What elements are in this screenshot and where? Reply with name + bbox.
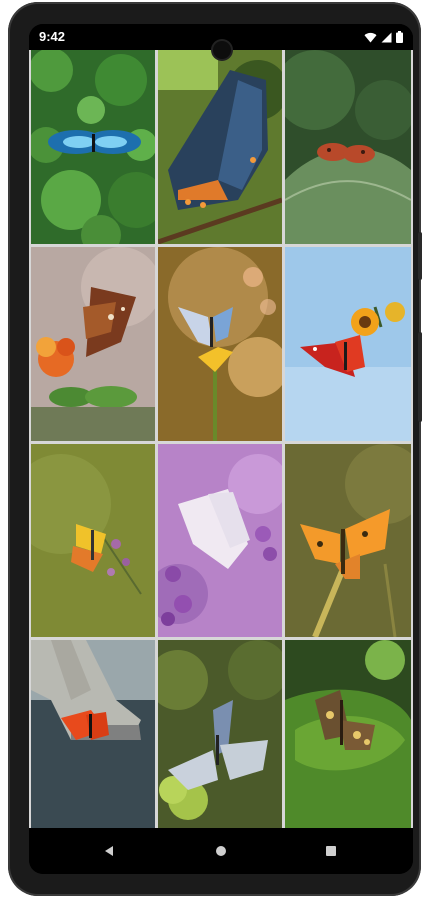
home-icon[interactable] [209,839,233,863]
photo-tile[interactable] [285,444,411,637]
status-time: 9:42 [39,29,66,44]
status-icons [364,30,403,48]
back-icon[interactable] [97,839,121,863]
volume-button [418,332,422,422]
photo-tile[interactable] [31,247,155,441]
photo-tile[interactable] [158,444,282,637]
power-button [418,232,422,280]
photo-grid[interactable] [29,50,413,828]
photo-tile[interactable] [31,444,155,637]
navigation-bar [29,828,413,874]
photo-tile[interactable] [158,247,282,441]
front-camera [213,41,231,59]
battery-icon [396,30,403,48]
photo-tile[interactable] [285,640,411,828]
signal-icon [381,30,392,48]
photo-tile[interactable] [31,50,155,244]
photo-tile[interactable] [285,50,411,244]
photo-tile[interactable] [31,640,155,828]
screen: 9:42 [29,24,413,874]
phone-frame: 9:42 [8,2,422,896]
recents-icon[interactable] [319,839,343,863]
wifi-icon [364,30,377,48]
photo-tile[interactable] [158,640,282,828]
photo-tile[interactable] [285,247,411,441]
photo-tile[interactable] [158,50,282,244]
